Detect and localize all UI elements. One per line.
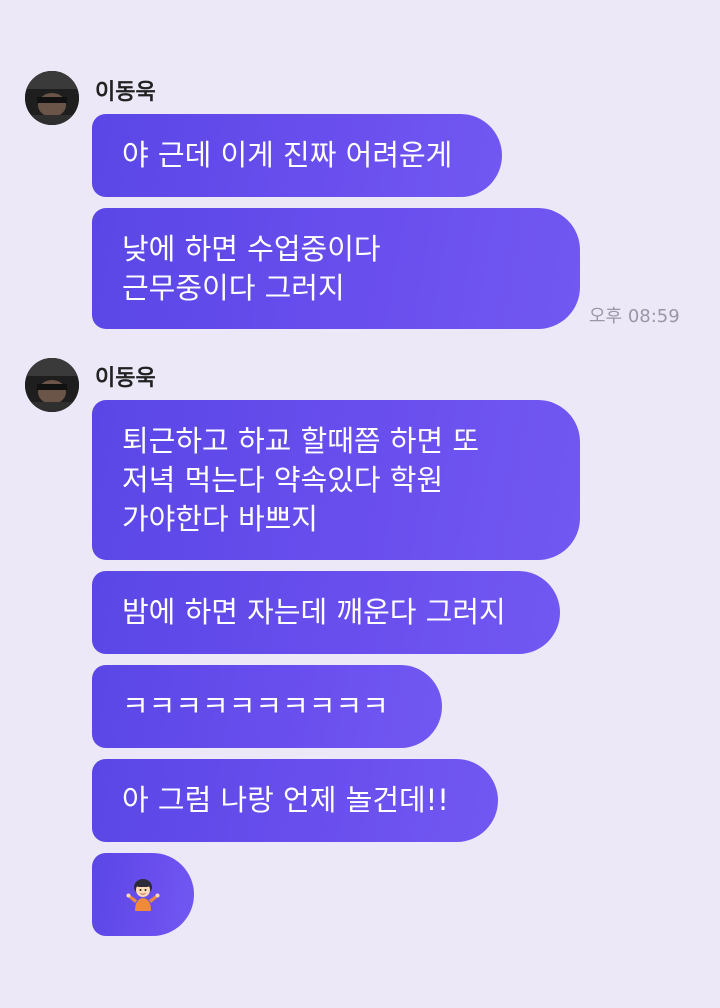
emoji-bubble[interactable] xyxy=(92,853,194,936)
message-line: 근무중이다 그러지 xyxy=(122,270,345,305)
sender-name: 이동욱 xyxy=(95,366,156,391)
message-bubble[interactable]: 야 근데 이게 진짜 어려운게 xyxy=(92,114,502,197)
message-line: 가야한다 바쁘지 xyxy=(122,501,318,536)
message-bubble[interactable]: ㅋㅋㅋㅋㅋㅋㅋㅋㅋㅋ xyxy=(92,665,442,748)
sender-name: 이동욱 xyxy=(95,80,156,105)
message-line: ㅋㅋㅋㅋㅋㅋㅋㅋㅋㅋ xyxy=(122,689,389,723)
message-line: 야 근데 이게 진짜 어려운게 xyxy=(122,138,453,172)
message-line: 아 그럼 나랑 언제 놀건데!! xyxy=(122,783,449,817)
message-bubble[interactable]: 아 그럼 나랑 언제 놀건데!! xyxy=(92,759,498,842)
shrugging-person-emoji xyxy=(126,878,160,911)
message-line: 밤에 하면 자는데 깨운다 그러지 xyxy=(122,595,506,629)
profile-photo-icon xyxy=(25,358,79,412)
message-line: 저녁 먹는다 약속있다 학원 xyxy=(122,462,444,497)
message-bubble[interactable]: 낮에 하면 수업중이다 근무중이다 그러지 xyxy=(92,208,580,329)
message-bubble[interactable]: 밤에 하면 자는데 깨운다 그러지 xyxy=(92,571,560,654)
message-line: 퇴근하고 하교 할때쯤 하면 또 xyxy=(122,423,480,458)
profile-photo-icon xyxy=(25,71,79,125)
message-line: 낮에 하면 수업중이다 xyxy=(122,231,381,266)
message-timestamp: 오후 08:59 xyxy=(589,306,680,327)
sender-avatar[interactable] xyxy=(25,71,79,125)
sender-avatar[interactable] xyxy=(25,358,79,412)
message-bubble[interactable]: 퇴근하고 하교 할때쯤 하면 또 저녁 먹는다 약속있다 학원 가야한다 바쁘지 xyxy=(92,400,580,560)
